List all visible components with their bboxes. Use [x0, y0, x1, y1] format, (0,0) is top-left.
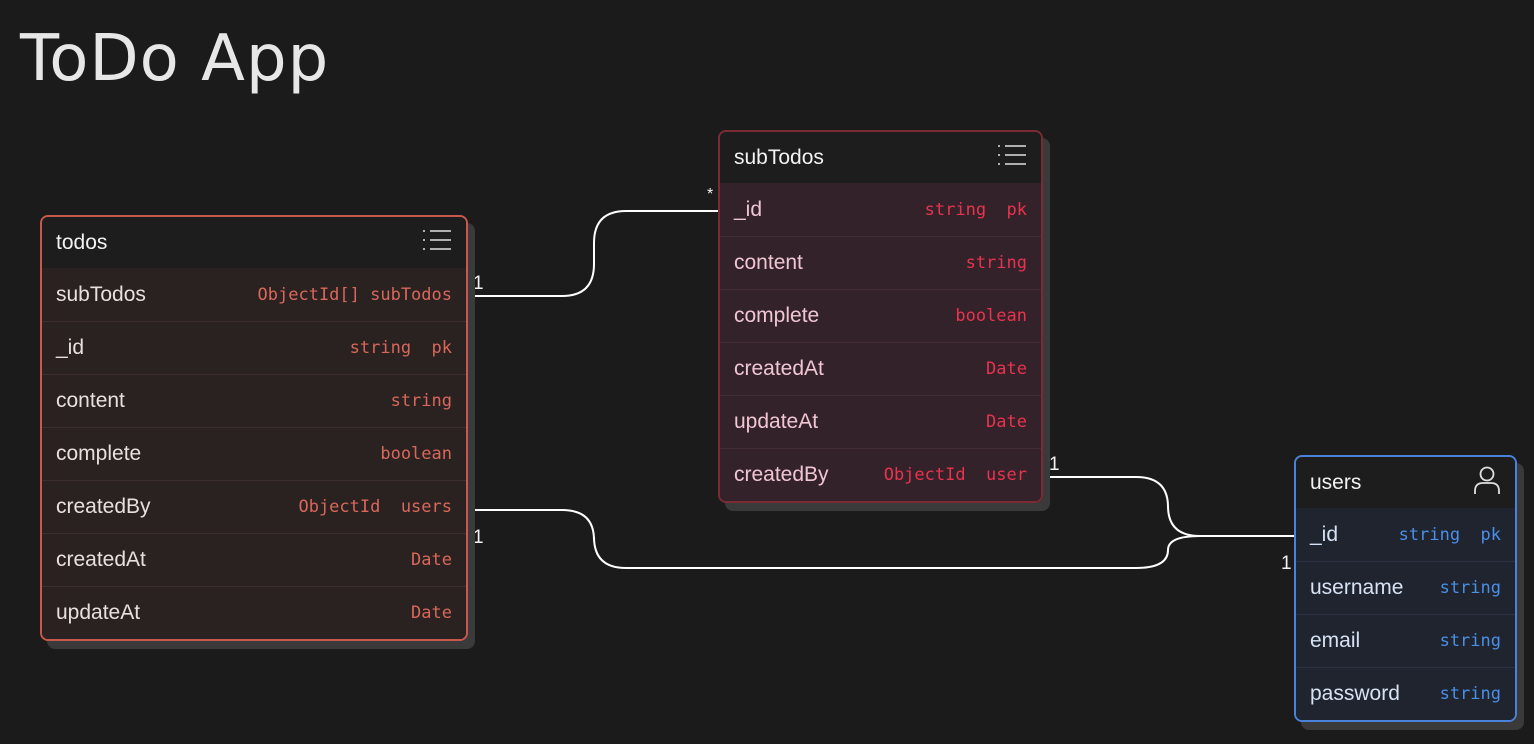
field-type: ObjectId[] subTodos: [257, 284, 452, 305]
todos-table[interactable]: todos subTodos ObjectId[] subTodos _id s…: [40, 215, 468, 641]
field-name: createdAt: [734, 357, 824, 380]
field-type: string: [1439, 578, 1501, 598]
table-name: subTodos: [734, 145, 824, 169]
field-row[interactable]: email string: [1296, 614, 1515, 667]
field-name: content: [56, 389, 125, 412]
field-type: boolean: [380, 444, 452, 464]
field-type: string pk: [924, 199, 1027, 220]
list-icon[interactable]: [997, 143, 1027, 173]
field-type: Date: [986, 359, 1027, 379]
field-type: string pk: [1398, 524, 1501, 545]
field-row[interactable]: content string: [42, 374, 466, 427]
table-name: users: [1310, 470, 1362, 494]
field-type: string: [1439, 684, 1501, 704]
diagram-title: ToDo App: [20, 22, 330, 96]
relation-line-subtodos-users[interactable]: [1036, 476, 1302, 537]
field-row[interactable]: createdAt Date: [720, 342, 1041, 395]
field-row[interactable]: complete boolean: [42, 427, 466, 480]
field-name: complete: [734, 304, 820, 327]
relation-line-todos-users[interactable]: [458, 509, 1302, 569]
field-name: createdBy: [734, 463, 829, 486]
field-type: ObjectId user: [883, 465, 1027, 485]
field-name: _id: [734, 197, 763, 221]
field-type: string: [390, 391, 452, 411]
table-header[interactable]: todos: [42, 217, 466, 268]
user-icon[interactable]: [1473, 465, 1501, 501]
field-name: updateAt: [56, 601, 141, 624]
field-row[interactable]: _id string pk: [720, 183, 1041, 236]
cardinality-label: 1: [1281, 553, 1292, 574]
subtodos-table[interactable]: subTodos _id string pk content string co…: [718, 130, 1043, 503]
field-row[interactable]: updateAt Date: [42, 586, 466, 639]
cardinality-label: 1: [473, 527, 484, 548]
field-row[interactable]: _id string pk: [42, 321, 466, 374]
field-type: string: [1439, 631, 1501, 651]
field-name: _id: [56, 336, 85, 359]
cardinality-label: *: [707, 186, 714, 203]
cardinality-label: 1: [1049, 454, 1060, 475]
field-row[interactable]: username string: [1296, 561, 1515, 614]
users-table[interactable]: users _id string pk username string emai…: [1294, 455, 1517, 722]
field-type: Date: [986, 412, 1027, 432]
field-name: updateAt: [734, 410, 819, 433]
field-type: string: [965, 253, 1027, 273]
field-name: createdAt: [56, 548, 146, 571]
field-name: password: [1310, 682, 1400, 705]
field-name: _id: [1310, 522, 1339, 546]
field-type: string pk: [349, 338, 452, 358]
field-name: email: [1310, 629, 1361, 652]
field-row[interactable]: createdBy ObjectId user: [720, 448, 1041, 501]
field-row[interactable]: createdBy ObjectId users: [42, 480, 466, 533]
field-row[interactable]: content string: [720, 236, 1041, 289]
field-name: username: [1310, 576, 1404, 599]
cardinality-label: 1: [473, 273, 484, 294]
field-type: boolean: [955, 306, 1027, 326]
table-header[interactable]: users: [1296, 457, 1515, 508]
field-row[interactable]: updateAt Date: [720, 395, 1041, 448]
field-row[interactable]: createdAt Date: [42, 533, 466, 586]
field-name: complete: [56, 442, 142, 465]
field-name: content: [734, 251, 803, 274]
field-type: Date: [411, 550, 452, 570]
table-name: todos: [56, 230, 108, 254]
field-type: ObjectId users: [298, 497, 452, 517]
field-name: subTodos: [56, 282, 146, 306]
field-row[interactable]: password string: [1296, 667, 1515, 720]
field-row[interactable]: subTodos ObjectId[] subTodos: [42, 268, 466, 321]
table-header[interactable]: subTodos: [720, 132, 1041, 183]
field-row[interactable]: _id string pk: [1296, 508, 1515, 561]
field-type: Date: [411, 603, 452, 623]
field-row[interactable]: complete boolean: [720, 289, 1041, 342]
relation-line-todos-subtodos[interactable]: [458, 210, 728, 297]
field-name: createdBy: [56, 495, 151, 518]
list-icon[interactable]: [422, 228, 452, 258]
